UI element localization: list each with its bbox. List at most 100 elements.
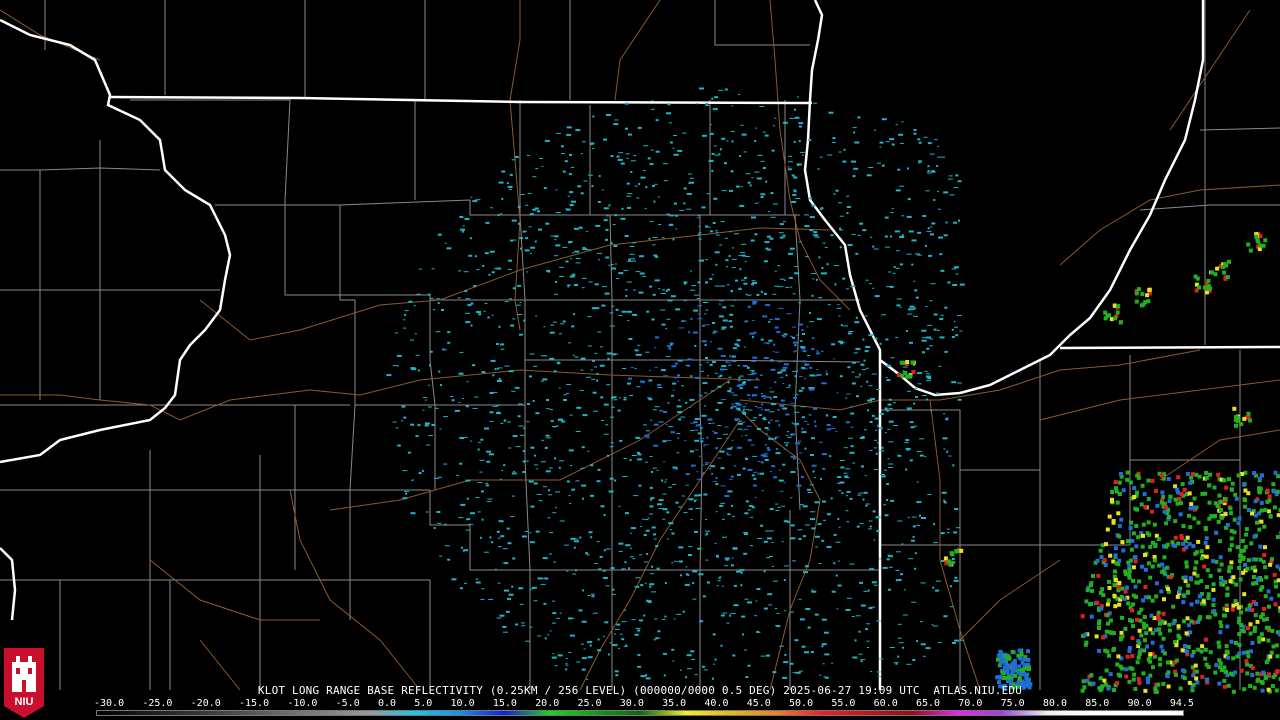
echo-pixel xyxy=(729,320,733,323)
echo-pixel xyxy=(1108,618,1113,623)
echo-pixel xyxy=(1181,541,1186,546)
echo-pixel xyxy=(680,669,682,671)
echo-pixel xyxy=(629,532,632,534)
echo-pixel xyxy=(517,314,522,315)
echo-pixel xyxy=(575,283,578,286)
echo-pixel xyxy=(1143,553,1147,557)
echo-pixel xyxy=(581,657,587,660)
echo-pixel xyxy=(874,469,879,471)
echo-pixel xyxy=(1214,530,1219,535)
echo-pixel xyxy=(646,430,651,432)
echo-pixel xyxy=(648,237,651,240)
echo-pixel xyxy=(524,531,529,532)
echo-pixel xyxy=(573,227,579,230)
echo-pixel xyxy=(1145,293,1150,298)
echo-pixel xyxy=(487,498,493,500)
echo-pixel xyxy=(652,467,657,469)
echo-pixel xyxy=(830,234,834,237)
echo-pixel xyxy=(657,387,663,389)
echo-pixel xyxy=(609,477,614,480)
echo-pixel xyxy=(697,313,700,315)
echo-pixel xyxy=(1262,617,1266,622)
echo-pixel xyxy=(763,260,768,263)
echo-pixel xyxy=(838,526,841,528)
echo-pixel xyxy=(663,411,668,413)
echo-pixel xyxy=(1106,579,1111,584)
echo-pixel xyxy=(647,602,652,604)
echo-pixel xyxy=(564,160,568,163)
echo-pixel xyxy=(809,454,814,456)
echo-pixel xyxy=(647,517,650,519)
echo-pixel xyxy=(923,136,928,138)
echo-pixel xyxy=(846,195,850,197)
echo-pixel xyxy=(603,549,606,552)
echo-pixel xyxy=(1141,598,1146,603)
echo-pixel xyxy=(483,551,489,553)
echo-pixel xyxy=(890,357,895,359)
echo-pixel xyxy=(776,612,780,614)
echo-pixel xyxy=(824,272,827,275)
echo-pixel xyxy=(807,492,813,493)
echo-pixel xyxy=(689,406,692,408)
echo-pixel xyxy=(683,281,688,284)
echo-pixel xyxy=(1131,578,1136,583)
echo-pixel xyxy=(801,366,806,369)
echo-pixel xyxy=(1141,621,1146,626)
echo-pixel xyxy=(424,422,430,425)
echo-pixel xyxy=(670,295,676,298)
echo-pixel xyxy=(632,289,636,291)
echo-pixel xyxy=(727,381,730,384)
echo-pixel xyxy=(706,361,709,363)
echo-pixel xyxy=(722,612,728,614)
echo-pixel xyxy=(1120,634,1125,639)
echo-pixel xyxy=(1203,491,1208,496)
echo-pixel xyxy=(552,512,557,514)
echo-pixel xyxy=(427,293,431,296)
echo-pixel xyxy=(792,336,795,339)
echo-pixel xyxy=(494,368,497,371)
echo-pixel xyxy=(1159,473,1164,478)
echo-pixel xyxy=(750,239,755,242)
echo-pixel xyxy=(654,618,658,620)
echo-pixel xyxy=(523,427,526,430)
echo-pixel xyxy=(601,420,605,421)
echo-pixel xyxy=(1091,574,1095,578)
echo-pixel xyxy=(1275,489,1280,494)
echo-pixel xyxy=(694,449,699,451)
echo-pixel xyxy=(945,418,949,421)
echo-pixel xyxy=(1089,601,1094,606)
echo-pixel xyxy=(872,510,876,513)
echo-pixel xyxy=(1200,644,1205,649)
echo-pixel xyxy=(1158,662,1163,667)
echo-pixel xyxy=(783,610,786,612)
echo-pixel xyxy=(438,370,441,373)
echo-pixel xyxy=(522,450,525,453)
echo-pixel xyxy=(813,231,818,234)
echo-pixel xyxy=(1127,646,1132,650)
echo-pixel xyxy=(736,446,742,449)
echo-pixel xyxy=(880,474,885,475)
echo-pixel xyxy=(668,215,674,217)
echo-pixel xyxy=(1105,649,1110,654)
echo-pixel xyxy=(1143,505,1148,509)
echo-pixel xyxy=(1010,667,1015,672)
echo-pixel xyxy=(807,626,811,629)
echo-pixel xyxy=(622,476,628,477)
echo-pixel xyxy=(546,399,549,401)
echo-pixel xyxy=(571,167,575,168)
echo-pixel xyxy=(477,482,483,484)
echo-pixel xyxy=(530,446,535,449)
echo-pixel xyxy=(1006,663,1011,668)
echo-pixel xyxy=(1126,601,1131,606)
echo-pixel xyxy=(770,368,776,371)
echo-pixel xyxy=(767,537,772,540)
echo-pixel xyxy=(1204,554,1209,559)
echo-pixel xyxy=(586,554,590,556)
echo-pixel xyxy=(756,631,760,633)
echo-pixel xyxy=(790,433,793,436)
echo-pixel xyxy=(815,278,818,281)
echo-pixel xyxy=(699,455,702,457)
echo-pixel xyxy=(1124,674,1129,679)
echo-pixel xyxy=(697,215,700,217)
echo-pixel xyxy=(922,351,925,354)
